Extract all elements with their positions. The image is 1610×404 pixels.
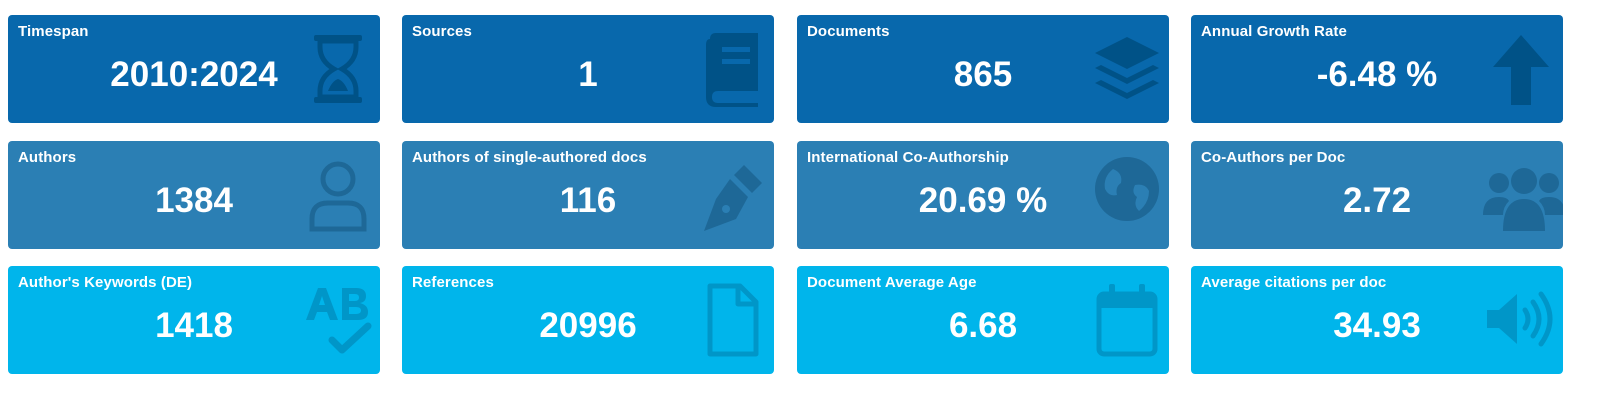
card-title: References — [412, 274, 494, 291]
card-value: 1 — [578, 55, 598, 94]
card-sources: Sources 1 — [402, 15, 774, 123]
card-value: 1418 — [155, 306, 233, 345]
card-value: 2010:2024 — [110, 55, 278, 94]
card-document-average-age: Document Average Age 6.68 — [797, 266, 1169, 374]
card-value: 116 — [559, 181, 617, 220]
card-value: 34.93 — [1333, 306, 1421, 345]
card-international-coauthorship: International Co-Authorship 20.69 % — [797, 141, 1169, 249]
card-title: Annual Growth Rate — [1201, 23, 1347, 40]
card-title: Co-Authors per Doc — [1201, 149, 1346, 166]
card-references: References 20996 — [402, 266, 774, 374]
card-annual-growth-rate: Annual Growth Rate -6.48 % — [1191, 15, 1563, 123]
card-value: 865 — [953, 55, 1013, 94]
card-value: 1384 — [155, 181, 233, 220]
card-average-citations: Average citations per doc 34.93 — [1191, 266, 1563, 374]
card-title: Authors — [18, 149, 77, 166]
card-title: Documents — [807, 23, 890, 40]
card-value: 20996 — [539, 306, 637, 345]
card-authors-keywords: Author's Keywords (DE) 1418 — [8, 266, 380, 374]
card-value: 2.72 — [1342, 181, 1412, 220]
card-value: -6.48 % — [1316, 55, 1438, 94]
card-title: Average citations per doc — [1201, 274, 1387, 291]
card-coauthors-per-doc: Co-Authors per Doc 2.72 — [1191, 141, 1563, 249]
card-title: Document Average Age — [807, 274, 977, 291]
card-timespan: Timespan 2010:2024 — [8, 15, 380, 123]
card-documents: Documents 865 — [797, 15, 1169, 123]
card-title: Sources — [412, 23, 472, 40]
card-value: 6.68 — [948, 306, 1018, 345]
card-title: Timespan — [18, 23, 89, 40]
card-authors: Authors 1384 — [8, 141, 380, 249]
card-value: 20.69 % — [918, 181, 1048, 220]
stats-grid: Timespan 2010:2024 Sources 1 Documents 8… — [0, 0, 1610, 404]
card-single-authored: Authors of single-authored docs 116 — [402, 141, 774, 249]
card-title: Authors of single-authored docs — [412, 149, 647, 166]
card-title: Author's Keywords (DE) — [18, 274, 193, 291]
card-title: International Co-Authorship — [807, 149, 1009, 166]
